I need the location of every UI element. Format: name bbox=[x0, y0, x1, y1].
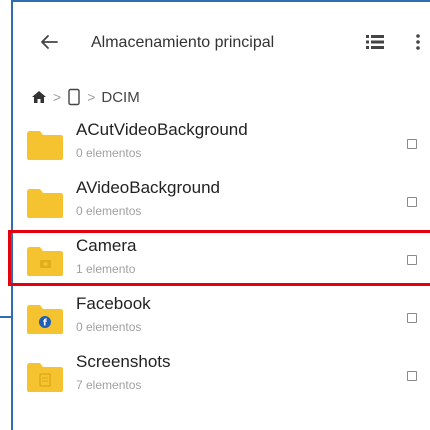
folder-list: ACutVideoBackground 0 elementos AVideoBa… bbox=[13, 114, 430, 404]
folder-icon bbox=[27, 131, 63, 160]
folder-name: Facebook bbox=[76, 294, 151, 313]
folder-item-count: 0 elementos bbox=[76, 204, 142, 218]
folder-item-count: 0 elementos bbox=[76, 320, 142, 334]
arrow-left-icon[interactable] bbox=[37, 30, 61, 54]
folder-name: Screenshots bbox=[76, 352, 171, 371]
folder-item-count: 7 elementos bbox=[76, 378, 142, 392]
folder-name: Camera bbox=[76, 236, 137, 255]
breadcrumb-current[interactable]: DCIM bbox=[101, 89, 139, 106]
folder-item-count: 1 elemento bbox=[76, 262, 136, 276]
folder-icon bbox=[27, 189, 63, 218]
select-checkbox[interactable] bbox=[407, 139, 417, 149]
folder-name: ACutVideoBackground bbox=[76, 120, 248, 139]
breadcrumb-separator: > bbox=[87, 89, 96, 105]
list-item[interactable]: f Facebook 0 elementos bbox=[13, 288, 430, 346]
svg-text:f: f bbox=[43, 319, 47, 329]
select-checkbox[interactable] bbox=[407, 197, 417, 207]
list-item[interactable]: Screenshots 7 elementos bbox=[13, 346, 430, 404]
select-checkbox[interactable] bbox=[407, 313, 417, 323]
file-manager-panel: Almacenamiento principal > > DCIM ACutVi… bbox=[11, 0, 430, 430]
folder-name: AVideoBackground bbox=[76, 178, 220, 197]
list-item[interactable]: AVideoBackground 0 elementos bbox=[13, 172, 430, 230]
list-item[interactable]: ACutVideoBackground 0 elementos bbox=[13, 114, 430, 172]
select-checkbox[interactable] bbox=[407, 255, 417, 265]
list-view-icon[interactable] bbox=[363, 30, 387, 54]
camera-folder-icon bbox=[27, 247, 63, 276]
phone-icon[interactable] bbox=[67, 88, 81, 106]
more-vertical-icon[interactable] bbox=[409, 30, 427, 54]
home-icon[interactable] bbox=[31, 89, 47, 105]
screenshots-folder-icon bbox=[27, 363, 63, 392]
toolbar: Almacenamiento principal bbox=[13, 2, 430, 86]
page-title: Almacenamiento principal bbox=[91, 34, 275, 51]
breadcrumb: > > DCIM bbox=[31, 82, 140, 112]
list-item[interactable]: Camera 1 elemento bbox=[13, 230, 430, 288]
folder-item-count: 0 elementos bbox=[76, 146, 142, 160]
facebook-folder-icon: f bbox=[27, 305, 63, 334]
select-checkbox[interactable] bbox=[407, 371, 417, 381]
breadcrumb-separator: > bbox=[53, 89, 62, 105]
